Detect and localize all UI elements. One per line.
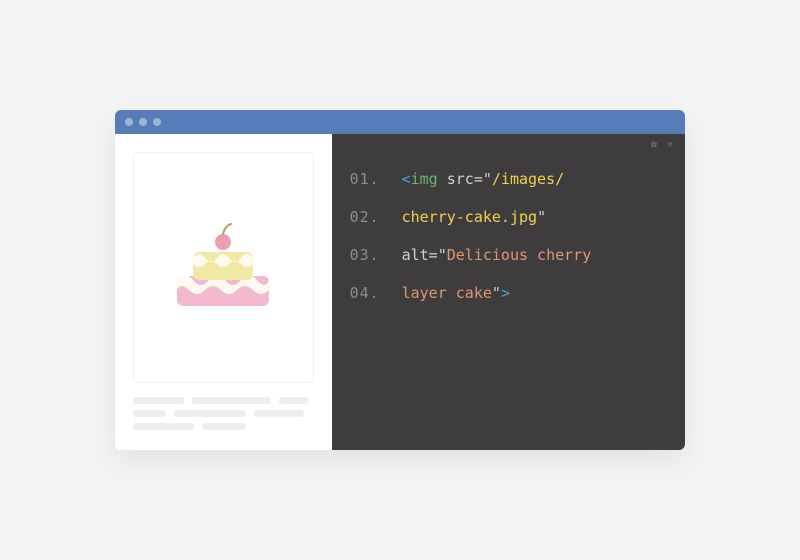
cake-icon bbox=[163, 218, 283, 318]
code-line: 03. alt="Delicious cherry bbox=[350, 246, 667, 264]
window-control-maximize[interactable] bbox=[153, 118, 161, 126]
gear-icon[interactable]: ✿ bbox=[649, 140, 659, 150]
code-text: alt="Delicious cherry bbox=[402, 246, 592, 264]
code-line: 04. layer cake"> bbox=[350, 284, 667, 302]
code-line: 02. cherry-cake.jpg" bbox=[350, 208, 667, 226]
code-text: cherry-cake.jpg" bbox=[402, 208, 547, 226]
panes: ✿ ✕ 01. <img src="/images/ 02. cherry-ca… bbox=[115, 134, 685, 450]
titlebar bbox=[115, 110, 685, 134]
line-number: 04. bbox=[350, 284, 380, 302]
code-text: layer cake"> bbox=[402, 284, 510, 302]
window-control-close[interactable] bbox=[125, 118, 133, 126]
placeholder-paragraph bbox=[133, 397, 314, 436]
code-pane-controls: ✿ ✕ bbox=[649, 140, 675, 150]
preview-pane bbox=[115, 134, 332, 450]
app-window: ✿ ✕ 01. <img src="/images/ 02. cherry-ca… bbox=[115, 110, 685, 450]
line-number: 01. bbox=[350, 170, 380, 188]
line-number: 03. bbox=[350, 246, 380, 264]
line-number: 02. bbox=[350, 208, 380, 226]
code-pane: ✿ ✕ 01. <img src="/images/ 02. cherry-ca… bbox=[332, 134, 685, 450]
code-text: <img src="/images/ bbox=[402, 170, 565, 188]
window-control-minimize[interactable] bbox=[139, 118, 147, 126]
image-preview-card bbox=[133, 152, 314, 383]
code-line: 01. <img src="/images/ bbox=[350, 170, 667, 188]
close-icon[interactable]: ✕ bbox=[665, 140, 675, 150]
